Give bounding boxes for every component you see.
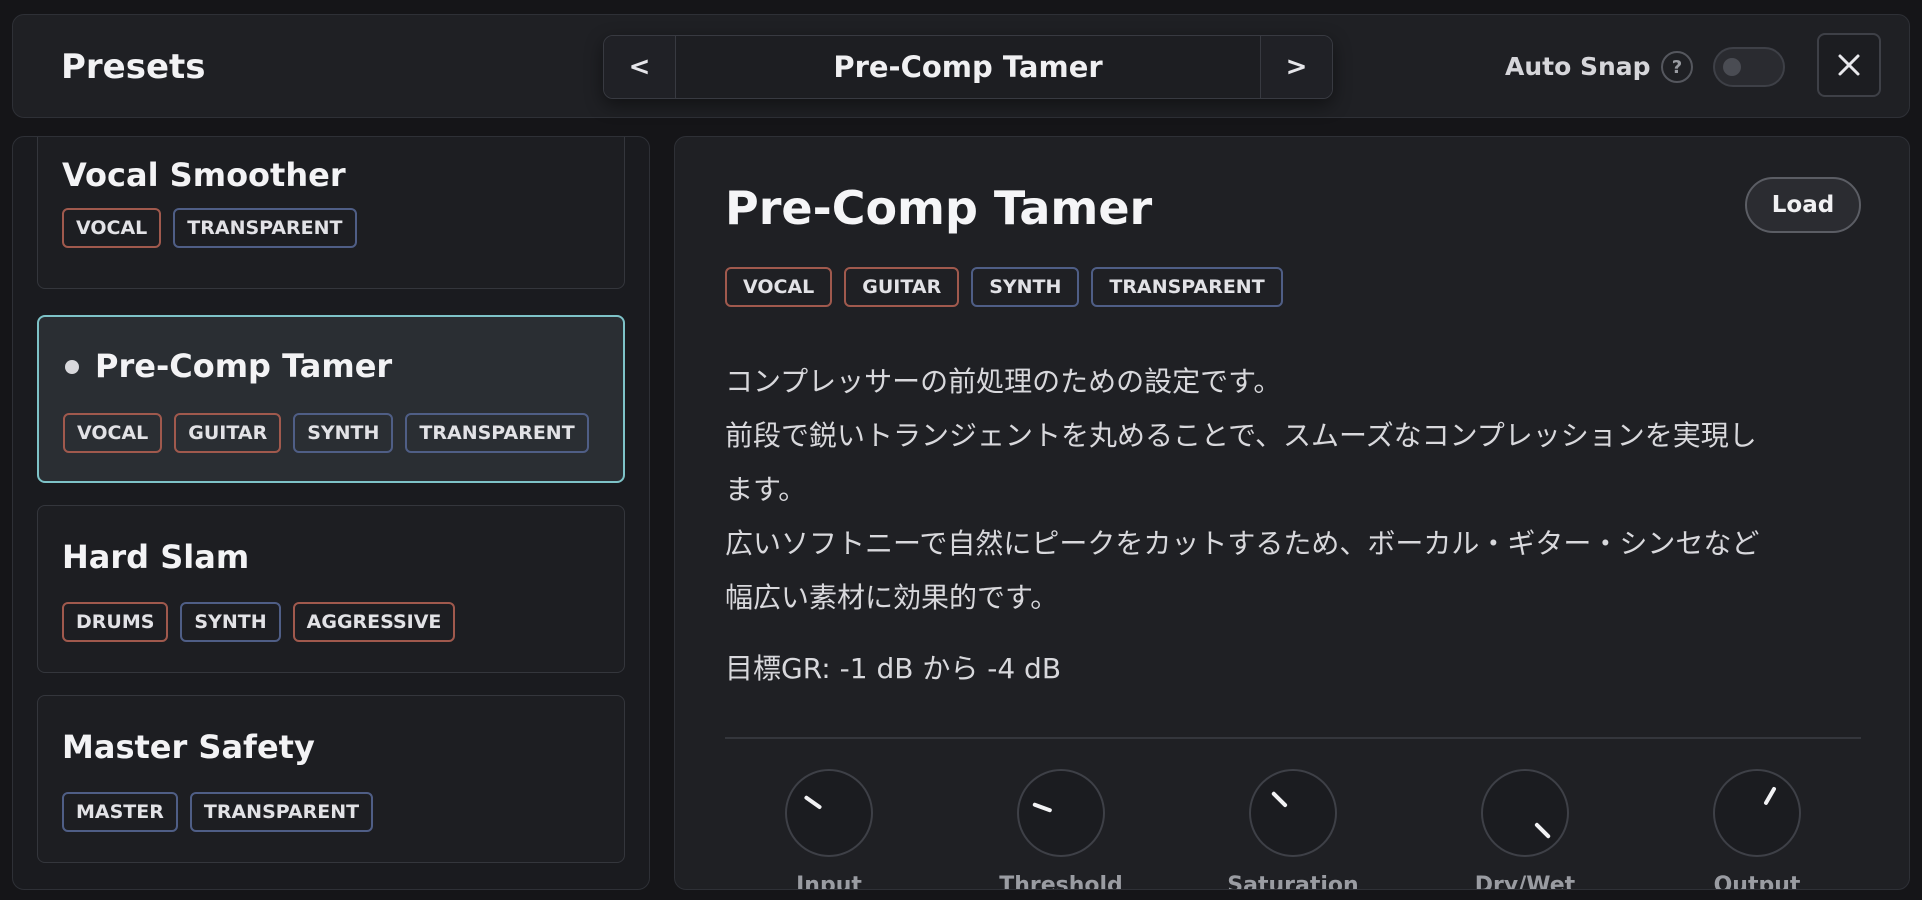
knob-indicator xyxy=(1763,786,1777,806)
description-line: 前段で鋭いトランジェントを丸めることで、スムーズなコンプレッションを実現し xyxy=(725,419,1757,452)
description-line: 幅広い素材に効果的です。 xyxy=(725,581,1059,614)
tag: TRANSPARENT xyxy=(189,792,374,832)
tag: SYNTH xyxy=(180,602,281,642)
preset-name: Pre-Comp Tamer xyxy=(95,347,393,385)
description-line: 広いソフトニーで自然にピークをカットするため、ボーカル・ギター・シンセなど xyxy=(725,527,1760,560)
close-icon xyxy=(1838,54,1860,76)
tag: VOCAL xyxy=(63,413,163,453)
knob-label: Saturation xyxy=(1227,873,1359,890)
preset-tags: DRUMS SYNTH AGGRESSIVE xyxy=(62,602,456,642)
tag: TRANSPARENT xyxy=(173,208,357,248)
page-title: Presets xyxy=(61,47,206,87)
tag: TRANSPARENT xyxy=(1091,267,1283,307)
preset-description: コンプレッサーの前処理のための設定です。 前段で鋭いトランジェントを丸めることで… xyxy=(725,355,1865,625)
auto-snap-label: Auto Snap xyxy=(1505,52,1651,81)
auto-snap-toggle[interactable] xyxy=(1713,47,1785,87)
load-button[interactable]: Load xyxy=(1745,177,1861,233)
knob-label: Input xyxy=(796,873,862,890)
close-button[interactable] xyxy=(1817,33,1881,97)
preset-name: Master Safety xyxy=(62,728,315,766)
knob-indicator xyxy=(1032,802,1053,813)
threshold-knob[interactable] xyxy=(1017,769,1105,857)
preset-name: Vocal Smoother xyxy=(62,156,346,194)
knob-label: Dry/Wet xyxy=(1474,873,1576,890)
next-preset-button[interactable]: > xyxy=(1260,36,1332,98)
saturation-knob[interactable] xyxy=(1249,769,1337,857)
tag: SYNTH xyxy=(293,413,394,453)
tag: TRANSPARENT xyxy=(405,413,589,453)
dry-wet-knob[interactable] xyxy=(1481,769,1569,857)
description-line: ます。 xyxy=(725,473,807,506)
tag: VOCAL xyxy=(62,208,162,248)
target-gain-reduction: 目標GR: -1 dB から -4 dB xyxy=(725,652,1062,685)
preset-tags: MASTER TRANSPARENT xyxy=(62,792,374,832)
help-icon[interactable]: ? xyxy=(1661,51,1693,83)
input-knob[interactable] xyxy=(785,769,873,857)
current-preset-name: Pre-Comp Tamer xyxy=(833,50,1103,84)
detail-tags: VOCAL GUITAR SYNTH TRANSPARENT xyxy=(725,267,1283,307)
knob-label: Output xyxy=(1713,873,1801,890)
knob-indicator xyxy=(803,795,823,810)
presets-header: Presets < Pre-Comp Tamer > Auto Snap ? xyxy=(12,14,1910,118)
tag: MASTER xyxy=(62,792,178,832)
toggle-knob xyxy=(1723,58,1741,76)
preset-list: Vocal Smoother VOCAL TRANSPARENT Pre-Com… xyxy=(12,136,650,890)
divider xyxy=(725,737,1861,739)
tag: VOCAL xyxy=(725,267,833,307)
preset-navigator: < Pre-Comp Tamer > xyxy=(603,35,1333,99)
preset-card-vocal-smoother[interactable]: Vocal Smoother VOCAL TRANSPARENT xyxy=(37,137,625,289)
detail-title: Pre-Comp Tamer xyxy=(725,181,1153,235)
preset-tags: VOCAL TRANSPARENT xyxy=(62,208,357,248)
preset-card-pre-comp-tamer[interactable]: Pre-Comp Tamer VOCAL GUITAR SYNTH TRANSP… xyxy=(37,315,625,483)
knob-label: Threshold xyxy=(999,873,1123,890)
output-knob[interactable] xyxy=(1713,769,1801,857)
tag: GUITAR xyxy=(174,413,282,453)
preset-card-hard-slam[interactable]: Hard Slam DRUMS SYNTH AGGRESSIVE xyxy=(37,505,625,673)
active-indicator xyxy=(65,360,79,374)
previous-preset-button[interactable]: < xyxy=(604,36,676,98)
tag: AGGRESSIVE xyxy=(292,602,456,642)
tag: GUITAR xyxy=(844,267,960,307)
tag: SYNTH xyxy=(971,267,1080,307)
preset-name: Hard Slam xyxy=(62,538,250,576)
knob-indicator xyxy=(1534,822,1552,840)
tag: DRUMS xyxy=(62,602,169,642)
preset-card-master-safety[interactable]: Master Safety MASTER TRANSPARENT xyxy=(37,695,625,863)
description-line: コンプレッサーの前処理のための設定です。 xyxy=(725,365,1282,398)
preset-detail-panel: Pre-Comp Tamer Load VOCAL GUITAR SYNTH T… xyxy=(674,136,1910,890)
knob-indicator xyxy=(1270,790,1288,808)
preset-tags: VOCAL GUITAR SYNTH TRANSPARENT xyxy=(63,413,589,453)
